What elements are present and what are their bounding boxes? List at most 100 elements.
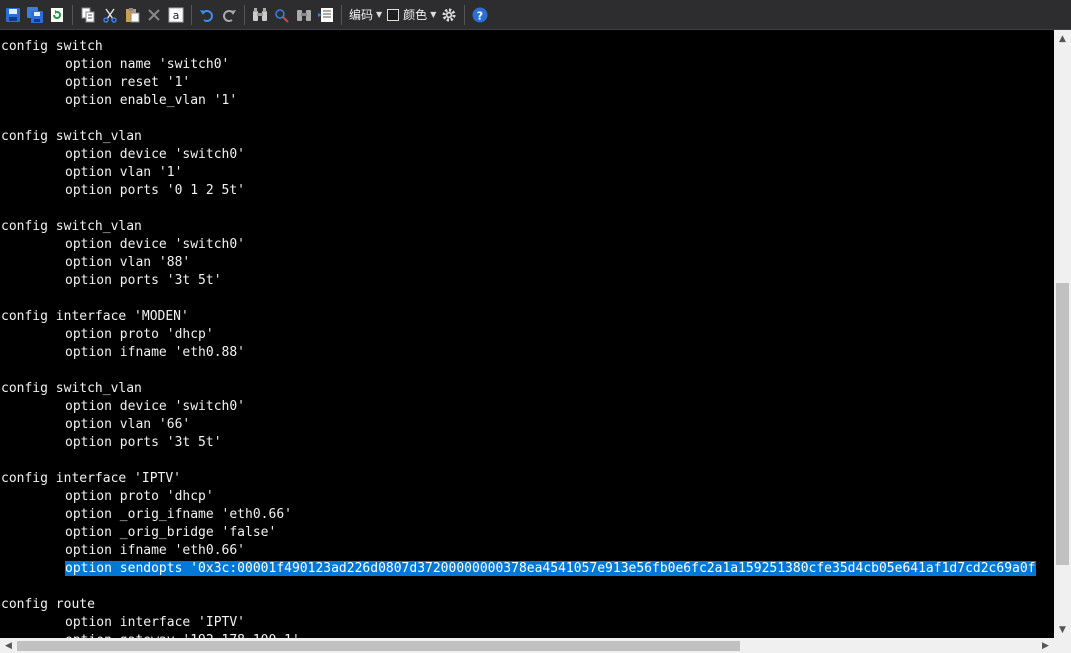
find-next-icon[interactable] [294, 5, 314, 25]
text-editor-window: a 编码 ▼ 颜色 ▼ ? config switch option name … [0, 0, 1071, 653]
settings-icon[interactable] [439, 5, 459, 25]
toolbar: a 编码 ▼ 颜色 ▼ ? [0, 0, 1071, 30]
code-line-text: config interface 'MODEN' [1, 309, 189, 324]
find-icon[interactable] [250, 5, 270, 25]
code-content: config switch option name 'switch0' option… [1, 38, 1036, 638]
code-line-text: option device 'switch0' [65, 237, 246, 252]
code-line-text: option proto 'dhcp' [65, 489, 214, 504]
code-line[interactable] [1, 362, 1036, 380]
code-line[interactable]: option ports '0 1 2 5t' [1, 182, 1036, 200]
code-line-text: config switch_vlan [1, 219, 142, 234]
code-line-text: config switch_vlan [1, 129, 142, 144]
help-icon[interactable]: ? [470, 5, 490, 25]
code-line[interactable]: config route [1, 596, 1036, 614]
code-line[interactable]: config switch_vlan [1, 380, 1036, 398]
code-line-text: config route [1, 597, 95, 612]
code-line-text: option _orig_ifname 'eth0.66' [65, 507, 292, 522]
scroll-right-icon[interactable]: ▶ [1037, 638, 1054, 653]
code-line-text: option interface 'IPTV' [65, 615, 246, 630]
code-line[interactable]: config interface 'MODEN' [1, 308, 1036, 326]
code-line-text: option name 'switch0' [65, 57, 230, 72]
code-line-text: config switch_vlan [1, 381, 142, 396]
horizontal-scrollbar[interactable]: ◀ ▶ [0, 638, 1054, 653]
save-all-icon[interactable] [25, 5, 45, 25]
color-checkbox[interactable]: 颜色 ▼ [385, 5, 438, 25]
code-line-text: option device 'switch0' [65, 147, 246, 162]
color-label: 颜色 [403, 8, 428, 22]
code-line[interactable]: config interface 'IPTV' [1, 470, 1036, 488]
chevron-down-icon: ▼ [376, 10, 383, 19]
code-line-text: option device 'switch0' [65, 399, 246, 414]
code-line[interactable] [1, 200, 1036, 218]
code-line-text: config interface 'IPTV' [1, 471, 182, 486]
checkbox-box[interactable] [387, 8, 400, 21]
delete-icon[interactable] [144, 5, 164, 25]
code-line[interactable]: option vlan '88' [1, 254, 1036, 272]
code-line[interactable]: config switch [1, 38, 1036, 56]
scrollbar-corner [1054, 638, 1071, 653]
code-line[interactable]: option device 'switch0' [1, 236, 1036, 254]
vertical-scroll-thumb[interactable] [1056, 283, 1069, 565]
code-line[interactable]: option device 'switch0' [1, 146, 1036, 164]
toolbar-separator [72, 4, 73, 25]
code-line[interactable]: option interface 'IPTV' [1, 614, 1036, 632]
code-line-selected[interactable]: option sendopts '0x3c:00001f490123ad226d… [1, 560, 1036, 578]
replace-icon[interactable] [272, 5, 292, 25]
code-line[interactable]: option proto 'dhcp' [1, 488, 1036, 506]
toolbar-separator [464, 4, 466, 25]
paste-icon[interactable] [122, 5, 142, 25]
code-line[interactable]: option ports '3t 5t' [1, 434, 1036, 452]
code-editor[interactable]: config switch option name 'switch0' option… [0, 30, 1054, 638]
select-all-icon[interactable]: a [166, 5, 186, 25]
code-line[interactable] [1, 110, 1036, 128]
scroll-down-icon[interactable]: ▼ [1054, 621, 1071, 638]
svg-text:?: ? [477, 9, 483, 22]
code-line-text: config switch [1, 39, 103, 54]
code-line[interactable]: config switch_vlan [1, 128, 1036, 146]
code-line-text: option ports '0 1 2 5t' [65, 183, 246, 198]
goto-icon[interactable] [316, 5, 336, 25]
reload-icon[interactable] [47, 5, 67, 25]
code-line[interactable]: option device 'switch0' [1, 398, 1036, 416]
code-line[interactable] [1, 578, 1036, 596]
code-line[interactable]: option ports '3t 5t' [1, 272, 1036, 290]
scroll-left-icon[interactable]: ◀ [0, 638, 17, 653]
encoding-dropdown[interactable]: 编码 ▼ [346, 5, 385, 25]
code-line[interactable]: option ifname 'eth0.88' [1, 344, 1036, 362]
encoding-label: 编码 [349, 8, 374, 22]
code-line-text: option reset '1' [65, 75, 191, 90]
code-line[interactable]: option name 'switch0' [1, 56, 1036, 74]
undo-icon[interactable] [197, 5, 217, 25]
code-line[interactable]: option _orig_bridge 'false' [1, 524, 1036, 542]
code-line-text: option sendopts '0x3c:00001f490123ad226d… [65, 561, 1036, 576]
code-line-text: option vlan '66' [65, 417, 191, 432]
toolbar-separator [341, 4, 342, 25]
scroll-up-icon[interactable]: ▲ [1054, 30, 1071, 47]
code-line-text: option ifname 'eth0.88' [65, 345, 246, 360]
code-line[interactable]: option _orig_ifname 'eth0.66' [1, 506, 1036, 524]
code-line[interactable] [1, 290, 1036, 308]
toolbar-separator [244, 4, 245, 25]
save-icon[interactable] [3, 5, 23, 25]
code-line-text: option proto 'dhcp' [65, 327, 214, 342]
code-line-text: option enable_vlan '1' [65, 93, 238, 108]
chevron-down-icon[interactable]: ▼ [430, 10, 436, 19]
code-line-text: option _orig_bridge 'false' [65, 525, 277, 540]
cut-icon[interactable] [100, 5, 120, 25]
svg-text:a: a [173, 9, 180, 22]
code-line[interactable]: option vlan '1' [1, 164, 1036, 182]
horizontal-scroll-thumb[interactable] [17, 641, 740, 651]
code-line[interactable]: option proto 'dhcp' [1, 326, 1036, 344]
code-line[interactable]: option ifname 'eth0.66' [1, 542, 1036, 560]
code-line[interactable]: option reset '1' [1, 74, 1036, 92]
code-line[interactable]: option enable_vlan '1' [1, 92, 1036, 110]
redo-icon[interactable] [219, 5, 239, 25]
code-line[interactable]: option vlan '66' [1, 416, 1036, 434]
vertical-scrollbar[interactable]: ▲ ▼ [1054, 30, 1071, 638]
code-line[interactable]: config switch_vlan [1, 218, 1036, 236]
copy-icon[interactable] [78, 5, 98, 25]
code-line[interactable] [1, 452, 1036, 470]
code-line-text: option vlan '1' [65, 165, 183, 180]
code-line-text: option vlan '88' [65, 255, 191, 270]
toolbar-separator [191, 4, 192, 25]
